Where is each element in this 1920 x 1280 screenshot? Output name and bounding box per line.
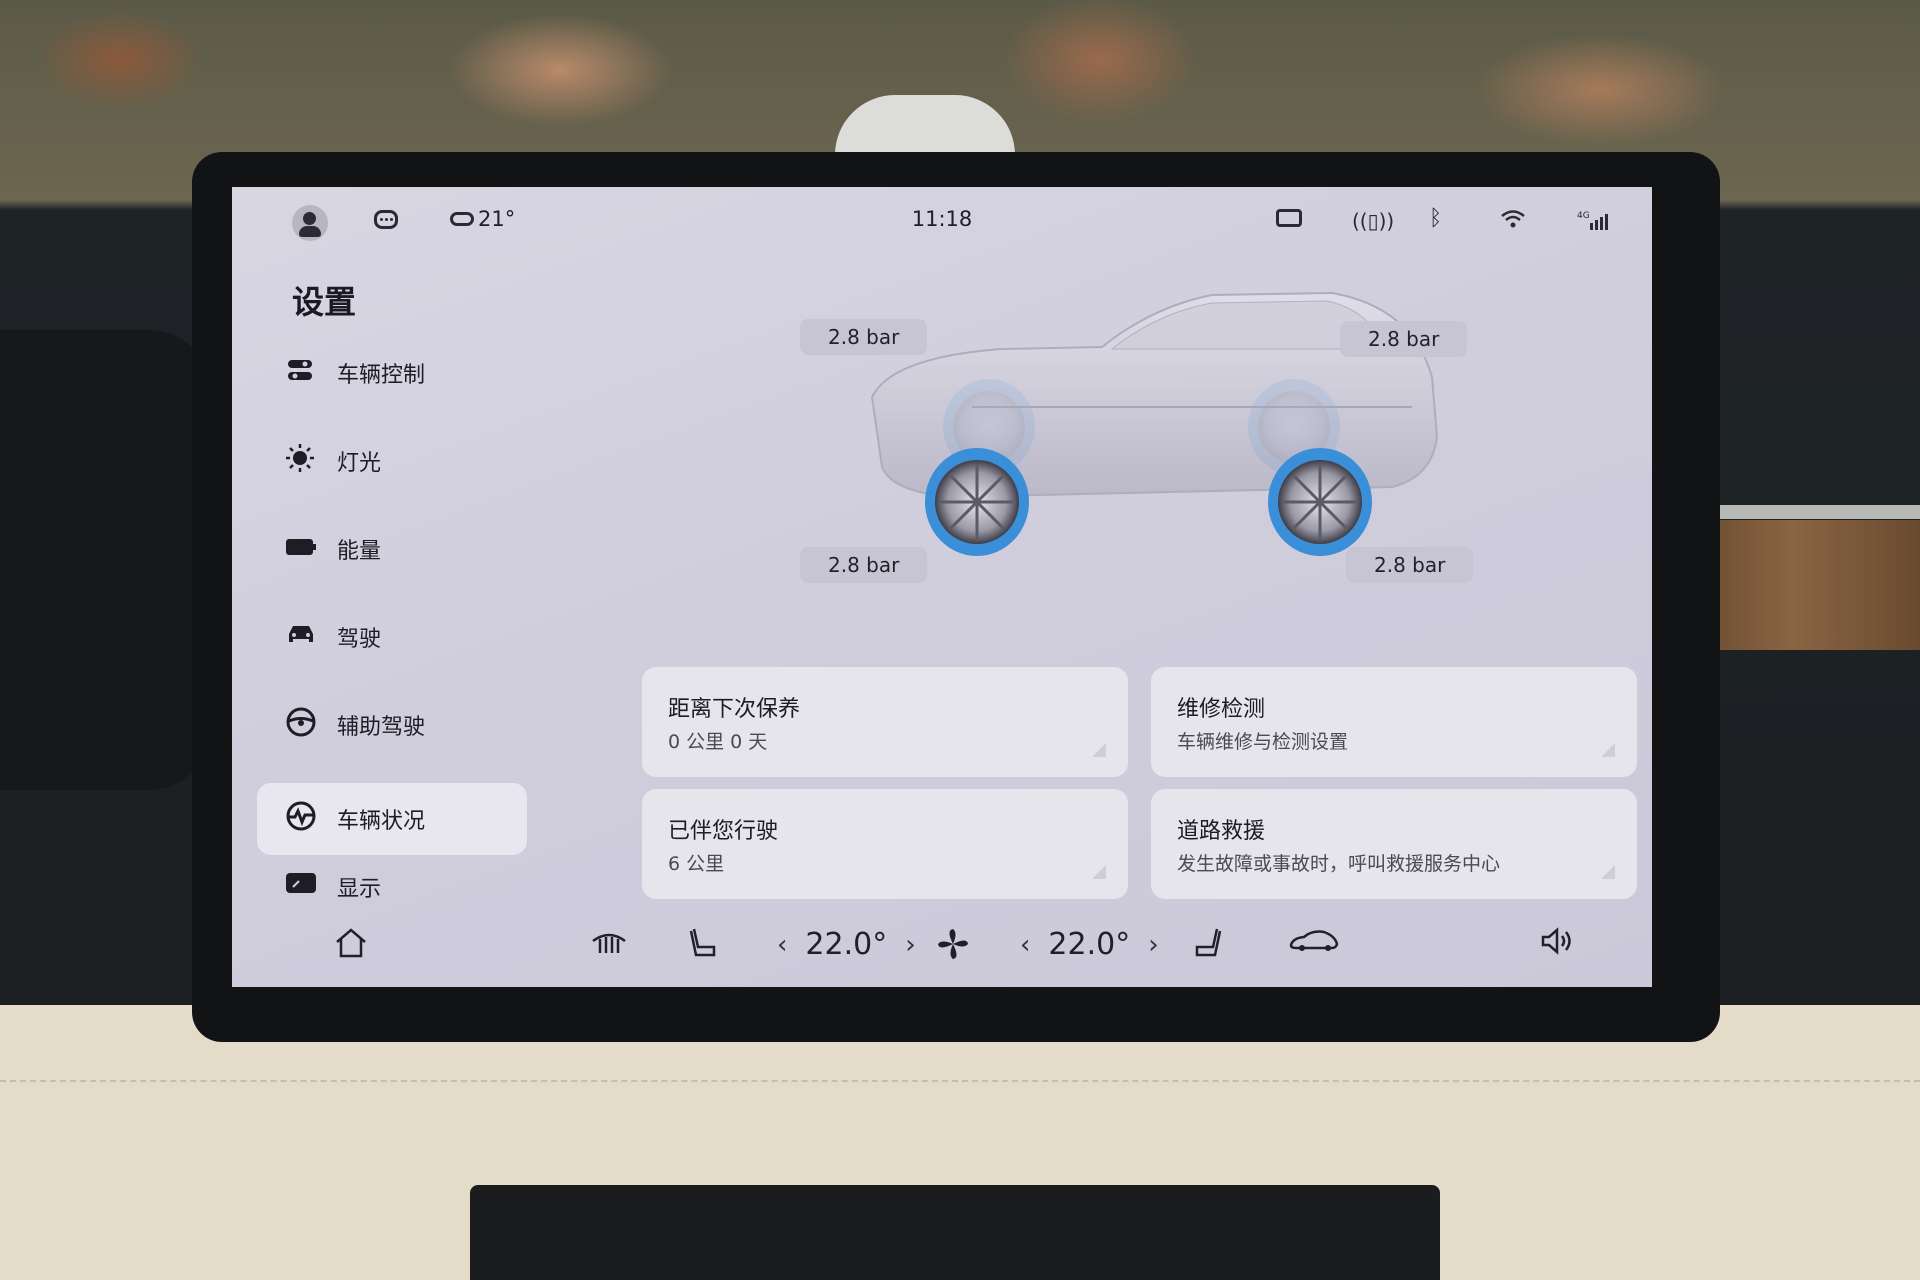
volume-icon[interactable] bbox=[1540, 927, 1576, 962]
nav-label: 灯光 bbox=[337, 451, 382, 476]
nav-label: 车辆控制 bbox=[337, 363, 426, 388]
card-subtitle: 0 公里 0 天 bbox=[668, 731, 768, 753]
air-vent bbox=[470, 1185, 1440, 1280]
bottom-dock: ‹ 22.0° › ‹ 22.0° › bbox=[232, 907, 1652, 987]
driver-temperature-control[interactable]: ‹ 22.0° › bbox=[777, 927, 916, 962]
nav-item-energy[interactable]: 能量 bbox=[257, 513, 527, 585]
chevron-left-icon[interactable]: ‹ bbox=[1020, 930, 1030, 960]
chevron-right-icon[interactable]: › bbox=[1148, 930, 1158, 960]
bluetooth-icon[interactable]: ᛒ bbox=[1429, 206, 1442, 231]
corner-arrow-icon bbox=[1601, 865, 1615, 879]
card-distance-driven[interactable]: 已伴您行驶 6 公里 bbox=[642, 789, 1128, 899]
nav-label: 显示 bbox=[337, 877, 382, 902]
nav-label: 能量 bbox=[337, 539, 382, 564]
card-subtitle: 6 公里 bbox=[668, 853, 725, 875]
nav-label: 车辆状况 bbox=[337, 809, 426, 834]
dashboard-left bbox=[0, 330, 210, 790]
battery-icon bbox=[285, 535, 316, 563]
card-repair-inspection[interactable]: 维修检测 车辆维修与检测设置 bbox=[1151, 667, 1637, 777]
nav-item-vehicle-status[interactable]: 车辆状况 bbox=[257, 783, 527, 855]
leather-stitching bbox=[0, 1080, 1920, 1084]
svg-text:4G: 4G bbox=[1577, 211, 1590, 221]
tire-pressure-rear-right: 2.8 bar bbox=[1346, 547, 1474, 583]
chevron-right-icon[interactable]: › bbox=[905, 930, 915, 960]
dashboard-wood-panel bbox=[1705, 520, 1920, 650]
card-title: 道路救援 bbox=[1177, 819, 1266, 844]
card-subtitle: 车辆维修与检测设置 bbox=[1177, 731, 1349, 753]
vehicle-status-icon bbox=[285, 800, 316, 838]
tire-pressure-front-right: 2.8 bar bbox=[1340, 321, 1468, 357]
corner-arrow-icon bbox=[1092, 865, 1106, 879]
dashboard-speaker bbox=[835, 95, 1015, 155]
infotainment-screen: 21° 11:18 ((▯)) ᛒ 4G 设置 车辆控制 灯光 能量 驾驶 辅助… bbox=[232, 187, 1652, 987]
tire-pressure-front-left: 2.8 bar bbox=[800, 319, 928, 355]
display-icon bbox=[285, 871, 316, 901]
rear-defrost-icon[interactable] bbox=[590, 927, 628, 964]
driver-temperature: 22.0° bbox=[805, 927, 888, 962]
card-title: 距离下次保养 bbox=[668, 697, 801, 722]
card-next-maintenance[interactable]: 距离下次保养 0 公里 0 天 bbox=[642, 667, 1128, 777]
passenger-temperature: 22.0° bbox=[1048, 927, 1131, 962]
driver-seat-icon[interactable] bbox=[687, 927, 719, 966]
passenger-temperature-control[interactable]: ‹ 22.0° › bbox=[1020, 927, 1159, 962]
home-icon[interactable] bbox=[334, 927, 368, 966]
phone-projection-icon[interactable] bbox=[1276, 209, 1302, 227]
corner-arrow-icon bbox=[1092, 743, 1106, 757]
nav-item-lights[interactable]: 灯光 bbox=[257, 425, 527, 497]
nav-item-display[interactable]: 显示 bbox=[257, 867, 527, 911]
cellular-signal-icon[interactable]: 4G bbox=[1577, 209, 1609, 236]
light-icon bbox=[285, 443, 315, 479]
card-title: 维修检测 bbox=[1177, 697, 1266, 722]
car-controls-icon[interactable] bbox=[1288, 927, 1340, 962]
steering-wheel-icon bbox=[285, 706, 316, 744]
card-road-rescue[interactable]: 道路救援 发生故障或事故时，呼叫救援服务中心 bbox=[1151, 789, 1637, 899]
card-title: 已伴您行驶 bbox=[668, 819, 779, 844]
nav-label: 驾驶 bbox=[337, 627, 382, 652]
car-icon bbox=[285, 622, 315, 652]
nav-item-vehicle-control[interactable]: 车辆控制 bbox=[257, 337, 527, 409]
card-subtitle: 发生故障或事故时，呼叫救援服务中心 bbox=[1177, 853, 1501, 875]
vibrate-icon[interactable]: ((▯)) bbox=[1352, 209, 1394, 233]
passenger-seat-icon[interactable] bbox=[1192, 927, 1224, 966]
dashboard-trim bbox=[1705, 505, 1920, 519]
wifi-icon[interactable] bbox=[1500, 209, 1526, 234]
vehicle-control-icon bbox=[285, 358, 315, 388]
chevron-left-icon[interactable]: ‹ bbox=[777, 930, 787, 960]
corner-arrow-icon bbox=[1601, 743, 1615, 757]
status-bar: 21° 11:18 ((▯)) ᛒ 4G bbox=[232, 187, 1652, 257]
tire-pressure-rear-left: 2.8 bar bbox=[800, 547, 928, 583]
page-title: 设置 bbox=[292, 283, 357, 321]
nav-label: 辅助驾驶 bbox=[337, 715, 426, 740]
fan-icon[interactable] bbox=[936, 927, 970, 968]
nav-item-assisted-driving[interactable]: 辅助驾驶 bbox=[257, 689, 527, 761]
nav-item-driving[interactable]: 驾驶 bbox=[257, 601, 527, 673]
